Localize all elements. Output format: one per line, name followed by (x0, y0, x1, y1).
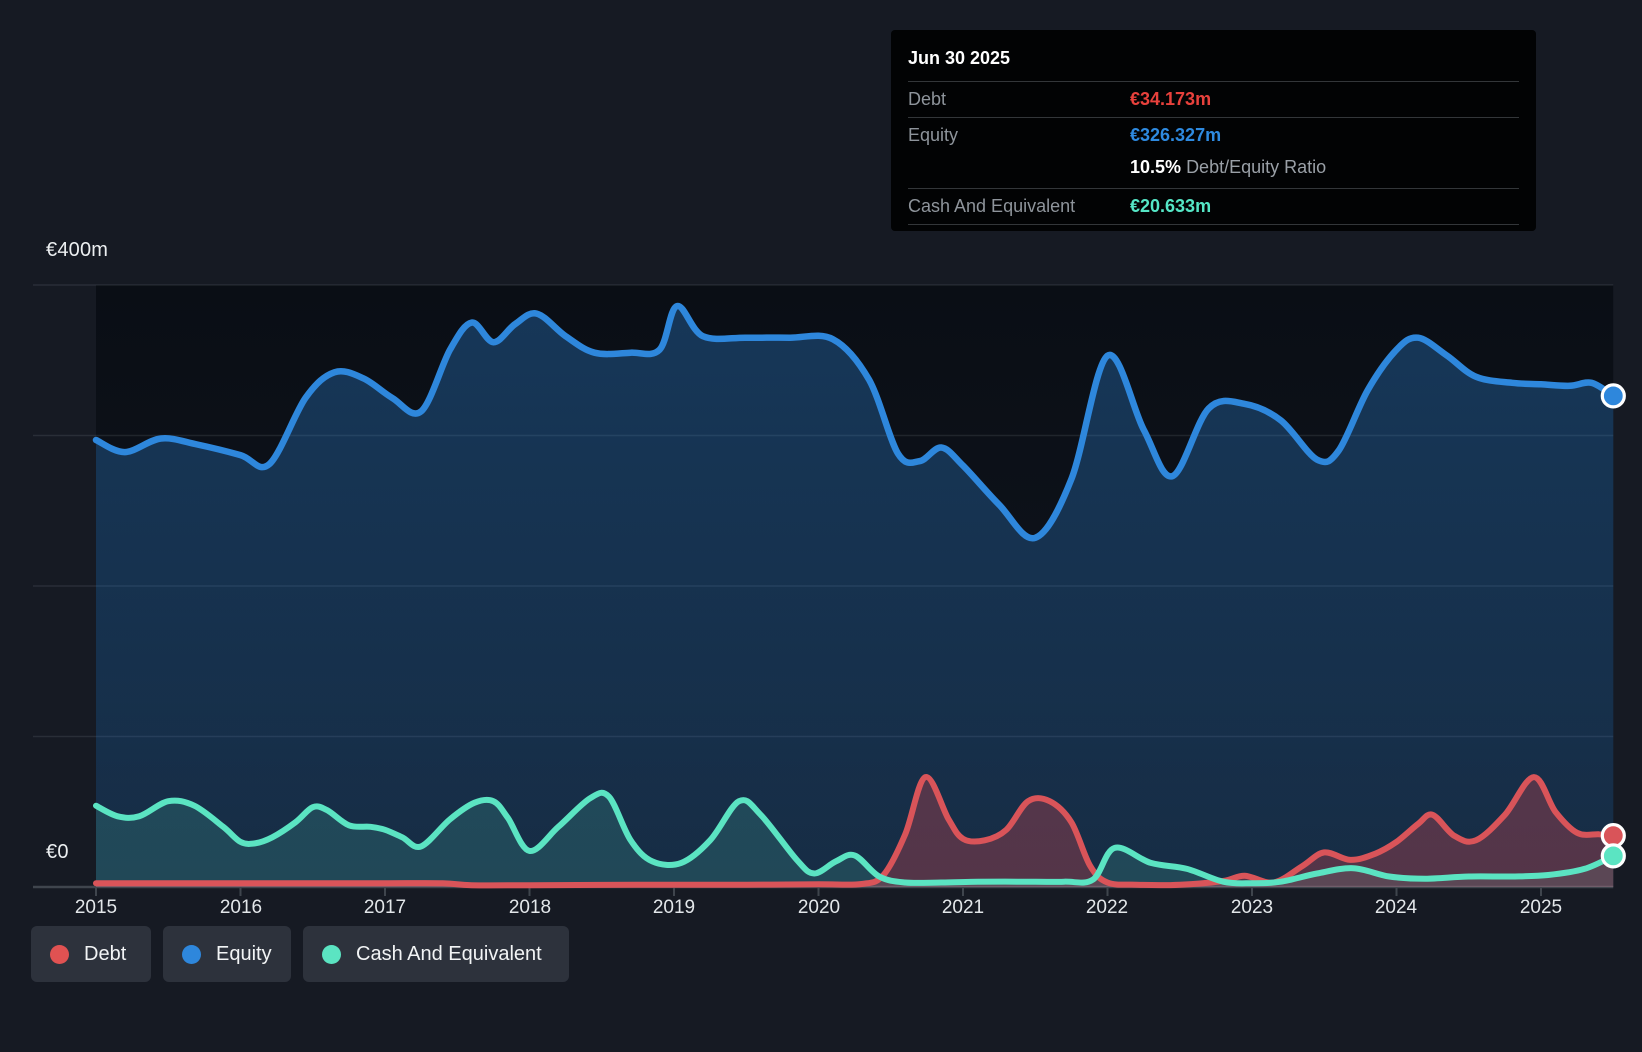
tooltip-date: Jun 30 2025 (908, 42, 1519, 82)
y-axis-label-0: €0 (46, 841, 69, 863)
legend-debt-label: Debt (84, 942, 127, 965)
debt-equity-ratio-value: 10.5% (1130, 157, 1182, 177)
x-axis-label-2025: 2025 (1519, 897, 1563, 918)
equity-area (96, 305, 1614, 888)
tooltip-cash-value: €20.633m (1130, 196, 1212, 216)
x-axis-label-2018: 2018 (508, 897, 552, 918)
tooltip-debt-value: €34.173m (1130, 89, 1212, 109)
cash-end-marker (1600, 843, 1626, 869)
tooltip-cash-label: Cash And Equivalent (908, 196, 1076, 216)
equity-end-marker (1600, 383, 1626, 409)
y-axis-label-400m: €400m (46, 239, 109, 261)
x-axis-label-2016: 2016 (219, 897, 263, 918)
x-axis-label-2017: 2017 (363, 897, 407, 918)
debt-series-dot-icon (50, 944, 69, 964)
x-axis-label-2015: 2015 (74, 897, 118, 918)
equity-series-dot-icon (182, 944, 201, 964)
tooltip-ratio-row: 10.5% Debt/Equity Ratio (908, 153, 1519, 189)
cash-series-dot-icon (322, 944, 341, 964)
x-axis-label-2022: 2022 (1085, 897, 1129, 918)
tooltip-equity-label: Equity (908, 125, 959, 145)
chart-tooltip: Jun 30 2025 Debt €34.173m Equity €326.32… (891, 30, 1536, 231)
tooltip-debt-label: Debt (908, 89, 947, 109)
x-axis-label-2024: 2024 (1374, 897, 1418, 918)
debt-equity-ratio-label: Debt/Equity Ratio (1186, 157, 1327, 177)
tooltip-row-cash: Cash And Equivalent €20.633m (908, 189, 1519, 225)
tooltip-row-equity: Equity €326.327m (908, 118, 1519, 153)
x-axis-label-2020: 2020 (797, 897, 841, 918)
tooltip-equity-value: €326.327m (1130, 125, 1222, 145)
legend-item-debt[interactable]: Debt (31, 926, 151, 982)
chart-page: €400m €0 2015 2016 2017 2018 2019 2020 2… (0, 0, 1642, 1052)
debt-end-marker (1600, 822, 1626, 849)
chart-legend: Debt Equity Cash And Equivalent (0, 926, 1642, 982)
legend-cash-label: Cash And Equivalent (356, 942, 542, 965)
x-axis-label-2021: 2021 (941, 897, 985, 918)
legend-item-cash[interactable]: Cash And Equivalent (303, 926, 569, 982)
tooltip-row-debt: Debt €34.173m (908, 82, 1519, 118)
legend-item-equity[interactable]: Equity (163, 926, 291, 982)
x-axis-label-2019: 2019 (652, 897, 696, 918)
legend-equity-label: Equity (216, 942, 272, 965)
x-axis-label-2023: 2023 (1230, 897, 1274, 918)
